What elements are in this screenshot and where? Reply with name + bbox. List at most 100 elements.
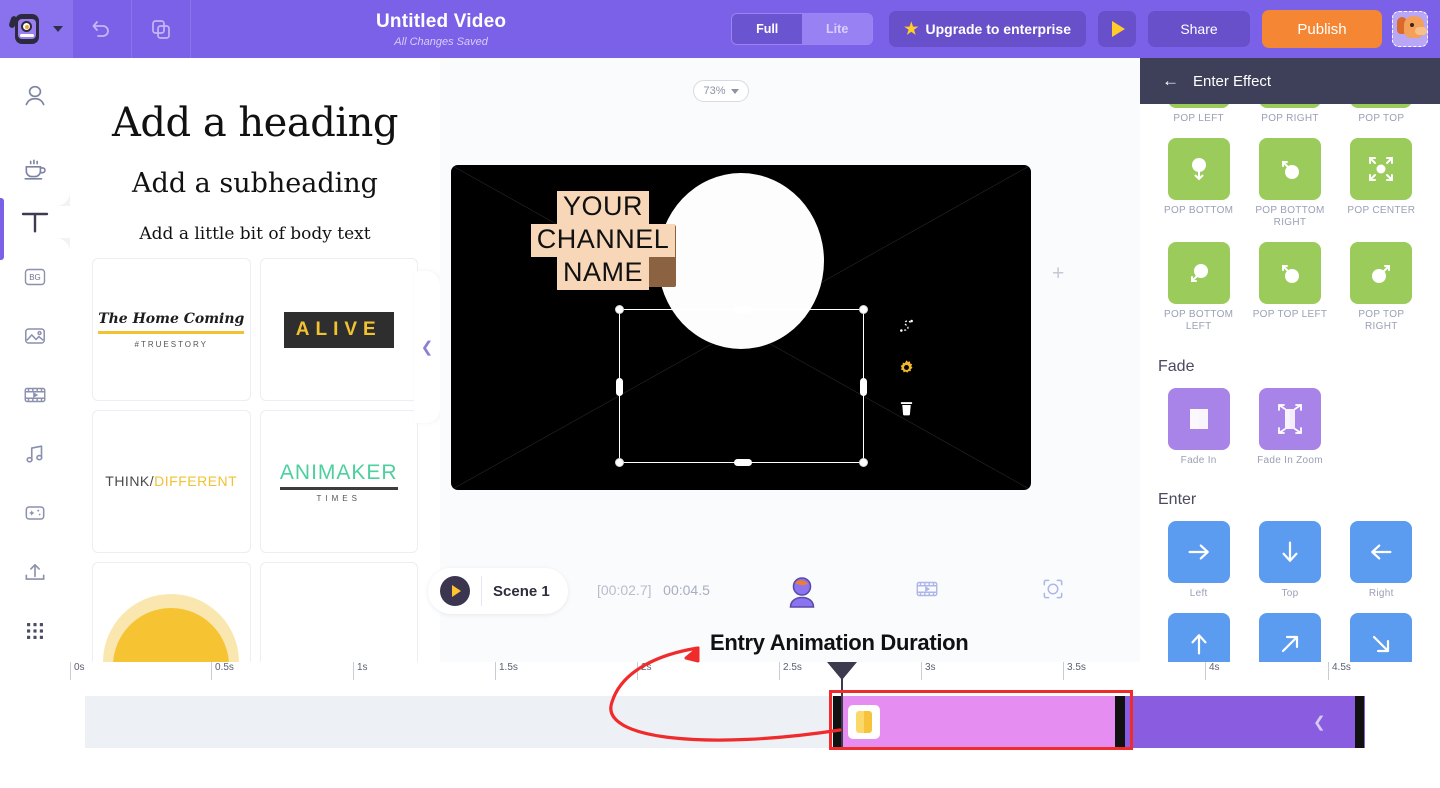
effect-pop-bottom[interactable]: POP BOTTOM: [1158, 137, 1239, 230]
clip-handle-right[interactable]: [1115, 696, 1125, 748]
share-button[interactable]: Share: [1148, 11, 1250, 47]
pop-top-left-icon: [1258, 241, 1321, 304]
effects-scroll-area[interactable]: POP LEFT POP RIGHT POP TOP POP BOTTOM PO…: [1140, 104, 1440, 662]
video-canvas[interactable]: YOUR CHANNEL NAME ↻: [451, 165, 1031, 490]
canvas-text-element[interactable]: YOUR CHANNEL NAME: [488, 191, 718, 291]
text-template-card[interactable]: JUSTIN: [92, 562, 251, 662]
sidebar-item-video[interactable]: [0, 372, 70, 418]
resize-handle-right[interactable]: [860, 378, 867, 396]
upgrade-to-enterprise-button[interactable]: ★ Upgrade to enterprise: [889, 11, 1086, 47]
timeline-track[interactable]: ❮: [85, 696, 1365, 748]
arrow-down-right-icon: [1350, 612, 1413, 662]
effect-pop-center[interactable]: POP CENTER: [1341, 137, 1422, 230]
sidebar-item-bg[interactable]: BG: [0, 254, 70, 300]
effect-pop-right[interactable]: POP RIGHT: [1249, 104, 1330, 126]
effect-label: Top: [1281, 588, 1299, 599]
track-empty-region[interactable]: [85, 696, 835, 748]
scene-video-button[interactable]: [914, 576, 940, 607]
settings-button[interactable]: [895, 356, 917, 378]
text-template-card[interactable]: The Home Coming #TRUESTORY: [92, 258, 251, 401]
resize-handle-left[interactable]: [616, 378, 623, 396]
effect-enter-bottom-left[interactable]: [1249, 612, 1330, 662]
effect-pop-left[interactable]: POP LEFT: [1158, 104, 1239, 126]
sidebar-item-character[interactable]: [0, 74, 70, 120]
scene-chip[interactable]: Scene 1: [428, 568, 568, 614]
scene-focus-button[interactable]: [1040, 576, 1066, 607]
sidebar-item-music[interactable]: [0, 431, 70, 477]
publish-button[interactable]: Publish: [1262, 10, 1382, 48]
effect-enter-left[interactable]: Left: [1158, 521, 1239, 601]
clip-thumbnail[interactable]: [848, 705, 880, 739]
add-heading-option[interactable]: Add a heading: [94, 100, 416, 146]
effect-enter-top[interactable]: Top: [1249, 521, 1330, 601]
chevron-down-icon[interactable]: [53, 26, 63, 32]
project-title-block[interactable]: Untitled Video All Changes Saved: [151, 11, 731, 48]
preview-play-button[interactable]: [1098, 11, 1136, 47]
scene-play-button[interactable]: [440, 576, 470, 606]
mode-toggle[interactable]: Full Lite: [731, 13, 874, 45]
effect-pop-top-left[interactable]: POP TOP LEFT: [1249, 241, 1330, 334]
chevron-left-icon: ❮: [420, 339, 434, 356]
template-title: ANIMAKER: [279, 460, 398, 484]
resize-handle-bottom-right[interactable]: [859, 458, 868, 467]
element-clip[interactable]: [1125, 696, 1365, 748]
element-tools: [895, 315, 917, 419]
effect-enter-top-left[interactable]: [1341, 612, 1422, 662]
text-template-card[interactable]: ALIVE: [259, 258, 418, 401]
resize-handle-top[interactable]: [734, 306, 752, 313]
effect-fade-in[interactable]: Fade In: [1158, 387, 1239, 468]
mode-full-option[interactable]: Full: [732, 14, 803, 44]
text-template-card[interactable]: ANIMAKER TIMES: [259, 410, 418, 553]
effect-enter-right[interactable]: Right: [1341, 521, 1422, 601]
canvas-zoom-selector[interactable]: 73%: [693, 80, 749, 102]
ruler-tick: 1s: [353, 662, 368, 680]
resize-handle-top-right[interactable]: [859, 305, 868, 314]
mode-lite-option[interactable]: Lite: [802, 14, 873, 44]
svg-text:BG: BG: [29, 273, 41, 282]
sidebar-item-effects[interactable]: [0, 490, 70, 536]
play-icon: [1112, 21, 1125, 37]
effect-enter-bottom[interactable]: [1158, 612, 1239, 662]
shape-path-button[interactable]: [895, 315, 917, 337]
effect-pop-bottom-right[interactable]: POP BOTTOM RIGHT: [1249, 137, 1330, 230]
add-scene-button[interactable]: +: [1052, 262, 1064, 286]
sidebar-item-image[interactable]: [0, 313, 70, 359]
star-icon: ★: [904, 21, 919, 38]
effect-pop-bottom-left[interactable]: POP BOTTOM LEFT: [1158, 241, 1239, 334]
template-title: ALIVE: [295, 318, 382, 340]
character-icon: [25, 85, 45, 106]
add-body-text-option[interactable]: Add a little bit of body text: [94, 224, 416, 244]
app-logo-button[interactable]: [0, 0, 72, 58]
effect-fade-in-zoom[interactable]: Fade In Zoom: [1249, 387, 1330, 468]
timeline-ruler[interactable]: 0s 0.5s 1s 1.5s 2s 2.5s 3s 3.5s 4s 4.5s: [70, 662, 1355, 680]
resize-handle-top-left[interactable]: [615, 305, 624, 314]
effect-pop-top[interactable]: POP TOP: [1341, 104, 1422, 126]
undo-button[interactable]: [73, 0, 131, 58]
arrow-up-right-icon: [1258, 612, 1321, 662]
effect-pop-top-right[interactable]: POP TOP RIGHT: [1341, 241, 1422, 334]
resize-handle-bottom[interactable]: [734, 459, 752, 466]
fade-in-zoom-icon: [1258, 387, 1321, 450]
effect-label: Left: [1189, 588, 1208, 599]
sidebar-item-props[interactable]: [0, 146, 70, 192]
arrow-right-icon: [1167, 521, 1230, 583]
delete-button[interactable]: [895, 397, 917, 419]
scene-character-button[interactable]: [785, 576, 819, 615]
library-collapse-button[interactable]: ❮: [414, 271, 440, 423]
resize-handle-bottom-left[interactable]: [615, 458, 624, 467]
user-avatar[interactable]: [1392, 11, 1428, 47]
clip-handle-end[interactable]: [1355, 696, 1364, 748]
text-template-card[interactable]: THINK/DIFFERENT: [92, 410, 251, 553]
pop-effects-grid: POP LEFT POP RIGHT POP TOP POP BOTTOM PO…: [1158, 104, 1422, 334]
copy-button[interactable]: [132, 0, 190, 58]
canvas-text-line: NAME: [556, 257, 649, 291]
text-template-card[interactable]: [259, 562, 418, 662]
sidebar-item-apps[interactable]: [0, 608, 70, 654]
sidebar-item-text[interactable]: [0, 198, 70, 260]
back-arrow-icon[interactable]: ←: [1162, 71, 1179, 91]
add-subheading-option[interactable]: Add a subheading: [94, 168, 416, 199]
clip-collapse-icon[interactable]: ❮: [1313, 713, 1326, 731]
sidebar-item-upload[interactable]: [0, 549, 70, 595]
pop-top-right-icon: [1350, 241, 1413, 304]
selection-bounding-box[interactable]: [615, 305, 868, 467]
